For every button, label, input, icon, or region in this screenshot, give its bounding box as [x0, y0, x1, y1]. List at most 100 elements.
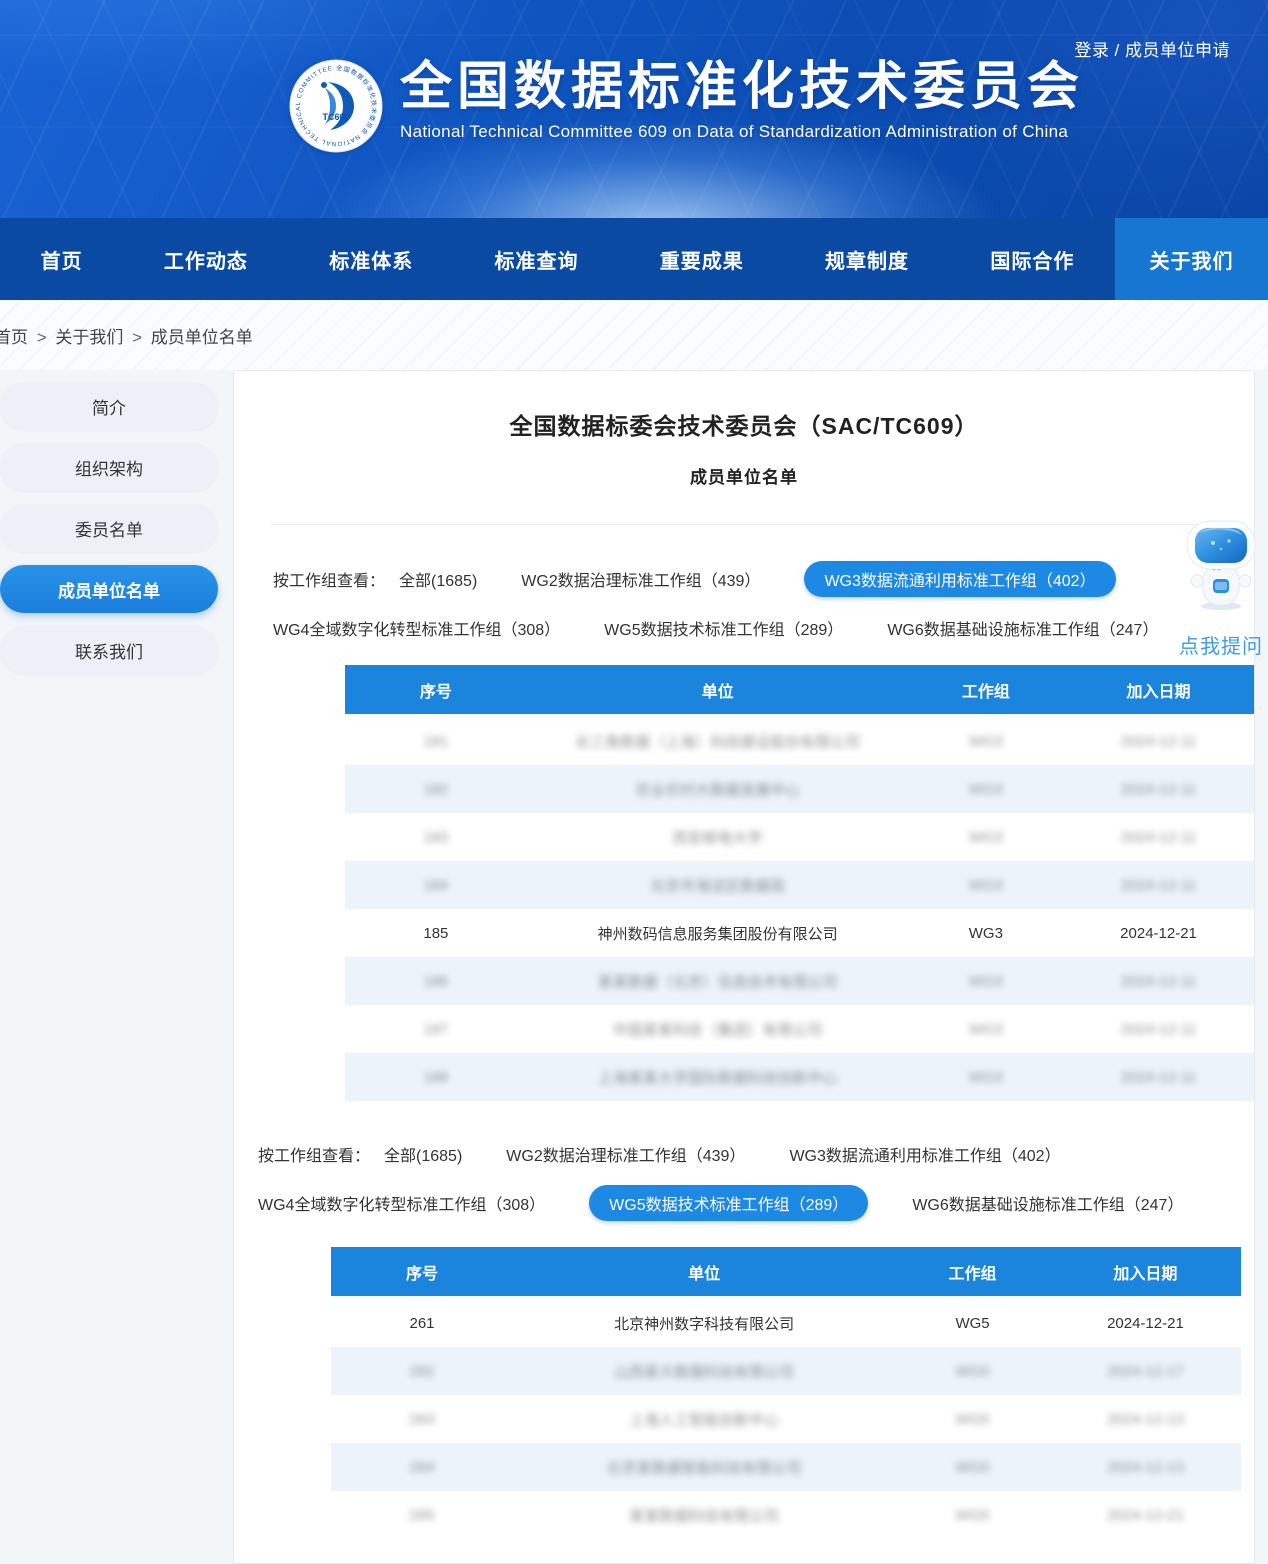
filter-tab[interactable]: WG2数据治理标准工作组（439）	[521, 567, 760, 591]
page-content: 简介 组织架构 委员名单 成员单位名单 联系我们 全国数据标委会技术委员会（SA…	[0, 370, 1268, 1564]
filter-tab[interactable]: WG4全域数字化转型标准工作组（308）	[273, 616, 560, 640]
site-subtitle-en: National Technical Committee 609 on Data…	[400, 122, 1084, 142]
breadcrumb-separator: >	[28, 328, 55, 347]
col-header-org: 单位	[527, 665, 909, 717]
cell-index: 264	[331, 1443, 513, 1491]
table-row: 181 长三角数据（上海）科技建设股份有限公司 WG3 2024-12-11	[345, 717, 1254, 765]
filter-row-2: WG4全域数字化转型标准工作组（308） WG5数据技术标准工作组（289） WG6…	[258, 1185, 1227, 1221]
table-row: 261 北京神州数字科技有限公司 WG5 2024-12-21	[331, 1299, 1241, 1347]
cell-wg: WG5	[895, 1347, 1050, 1395]
cell-date: 2024-12-11	[1063, 765, 1254, 813]
filter-label: 按工作组查看：	[258, 1142, 370, 1166]
table-header-row: 序号 单位 工作组 加入日期	[345, 665, 1254, 717]
cell-date: 2024-12-11	[1063, 1005, 1254, 1053]
filter-tab[interactable]: WG6数据基础设施标准工作组（247）	[912, 1191, 1183, 1215]
cell-date: 2024-12-11	[1063, 861, 1254, 909]
filter-tab[interactable]: 全部(1685)	[399, 567, 477, 591]
table-header-row: 序号 单位 工作组 加入日期	[331, 1247, 1241, 1299]
sidebar-item[interactable]: 组织架构	[0, 443, 218, 491]
filter-tab[interactable]: WG6数据基础设施标准工作组（247）	[887, 616, 1158, 640]
nav-item[interactable]: 重要成果	[619, 218, 784, 300]
nav-item[interactable]: 规章制度	[784, 218, 949, 300]
table-row: 184 北京市海淀区数据局 WG3 2024-12-11	[345, 861, 1254, 909]
col-header-date: 加入日期	[1063, 665, 1254, 717]
page-title: 全国数据标委会技术委员会（SAC/TC609）	[234, 407, 1254, 441]
cell-wg: WG3	[909, 861, 1064, 909]
cell-wg: WG3	[909, 717, 1064, 765]
login-member-apply-link[interactable]: 登录 / 成员单位申请	[1074, 36, 1230, 61]
cell-date: 2024-12-17	[1050, 1347, 1241, 1395]
cell-wg: WG3	[909, 813, 1064, 861]
col-header-date: 加入日期	[1050, 1247, 1241, 1299]
cell-org: 上海某某大学国际数据科技创新中心	[527, 1053, 909, 1101]
cell-wg: WG5	[895, 1491, 1050, 1539]
cell-date: 2024-12-11	[1063, 717, 1254, 765]
assistant-link[interactable]: 点我提问	[1176, 630, 1266, 659]
nav-item[interactable]: 工作动态	[123, 218, 288, 300]
sidebar-item[interactable]: 成员单位名单	[0, 565, 218, 613]
table-row: 264 北京某数据智能科技有限公司 WG5 2024-12-13	[331, 1443, 1241, 1491]
nav-item[interactable]: 标准查询	[454, 218, 619, 300]
nav-item[interactable]: 首页	[0, 218, 123, 300]
filter-tab[interactable]: WG5数据技术标准工作组（289）	[604, 616, 843, 640]
cell-org: 山西某大数据科技有限公司	[513, 1347, 895, 1395]
cell-date: 2024-12-13	[1050, 1443, 1241, 1491]
filter-row-1: 全部(1685) WG2数据治理标准工作组（439） WG3数据流通利用标准工作组（…	[399, 561, 1160, 597]
filter-tab[interactable]: WG2数据治理标准工作组（439）	[506, 1142, 745, 1166]
cell-date: 2024-12-21	[1050, 1491, 1241, 1539]
breadcrumb-item[interactable]: 关于我们	[55, 328, 123, 347]
cell-org: 神州数码信息服务集团股份有限公司	[527, 909, 909, 957]
table-row: 187 中国某某科技（集团）有限公司 WG3 2024-12-11	[345, 1005, 1254, 1053]
breadcrumb: 首页 > 关于我们 > 成员单位名单	[0, 323, 253, 348]
filter-label: 按工作组查看：	[273, 567, 385, 591]
table-row: 182 农业农村大数据发展中心 WG3 2024-12-11	[345, 765, 1254, 813]
nav-item[interactable]: 国际合作	[950, 218, 1115, 300]
site-brand: 全国数据标准化技术委员会 NATIONAL TECHNICAL COMMITTE…	[288, 58, 1084, 154]
filter-tab[interactable]: WG5数据技术标准工作组（289）	[589, 1185, 868, 1221]
breadcrumb-separator: >	[123, 328, 150, 347]
cell-index: 182	[345, 765, 527, 813]
cell-wg: WG5	[895, 1395, 1050, 1443]
cell-wg: WG3	[909, 957, 1064, 1005]
cell-date: 2024-12-11	[1063, 813, 1254, 861]
cell-org: 北京市海淀区数据局	[527, 861, 909, 909]
sidebar-item[interactable]: 联系我们	[0, 626, 218, 674]
cell-index: 184	[345, 861, 527, 909]
cell-index: 185	[345, 909, 527, 957]
cell-index: 181	[345, 717, 527, 765]
filter-row-1: 全部(1685) WG2数据治理标准工作组（439） WG3数据流通利用标准工作组（…	[384, 1142, 1105, 1166]
title-divider	[271, 524, 1244, 525]
cell-org: 某某数据科技有限公司	[513, 1491, 895, 1539]
cell-index: 187	[345, 1005, 527, 1053]
filter-tab[interactable]: WG3数据流通利用标准工作组（402）	[789, 1142, 1060, 1166]
cell-wg: WG3	[909, 909, 1064, 957]
breadcrumb-item[interactable]: 首页	[0, 328, 28, 347]
page-subtitle: 成员单位名单	[234, 463, 1254, 488]
cell-index: 183	[345, 813, 527, 861]
table-row: 263 上海人工智能创新中心 WG5 2024-12-13	[331, 1395, 1241, 1443]
nav-item[interactable]: 关于我们	[1115, 218, 1268, 300]
filter-section-wg3: 按工作组查看： 全部(1685) WG2数据治理标准工作组（439） WG3数据流通…	[234, 561, 1254, 645]
cell-wg: WG5	[895, 1443, 1050, 1491]
table-row: 262 山西某大数据科技有限公司 WG5 2024-12-17	[331, 1347, 1241, 1395]
table-row: 186 某某数据（北京）信息技术有限公司 WG3 2024-12-11	[345, 957, 1254, 1005]
col-header-index: 序号	[345, 665, 527, 717]
assistant-widget[interactable]: 点我提问	[1176, 519, 1266, 659]
cell-index: 262	[331, 1347, 513, 1395]
table-row: 183 西安邮电大学 WG3 2024-12-11	[345, 813, 1254, 861]
filter-tab[interactable]: WG3数据流通利用标准工作组（402）	[804, 561, 1115, 597]
cell-wg: WG3	[909, 1053, 1064, 1101]
brand-text: 全国数据标准化技术委员会 National Technical Committe…	[400, 58, 1084, 142]
cell-org: 西安邮电大学	[527, 813, 909, 861]
cell-org: 某某数据（北京）信息技术有限公司	[527, 957, 909, 1005]
sidebar-item[interactable]: 简介	[0, 382, 218, 430]
filter-tab[interactable]: 全部(1685)	[384, 1142, 462, 1166]
sidebar-item[interactable]: 委员名单	[0, 504, 218, 552]
robot-mascot-icon[interactable]	[1180, 519, 1262, 611]
main-panel: 全国数据标委会技术委员会（SAC/TC609） 成员单位名单	[233, 370, 1255, 1564]
cell-org: 上海人工智能创新中心	[513, 1395, 895, 1443]
nav-item[interactable]: 标准体系	[289, 218, 454, 300]
filter-tab[interactable]: WG4全域数字化转型标准工作组（308）	[258, 1191, 545, 1215]
cell-date: 2024-12-11	[1063, 1053, 1254, 1101]
breadcrumb-item[interactable]: 成员单位名单	[151, 328, 253, 347]
